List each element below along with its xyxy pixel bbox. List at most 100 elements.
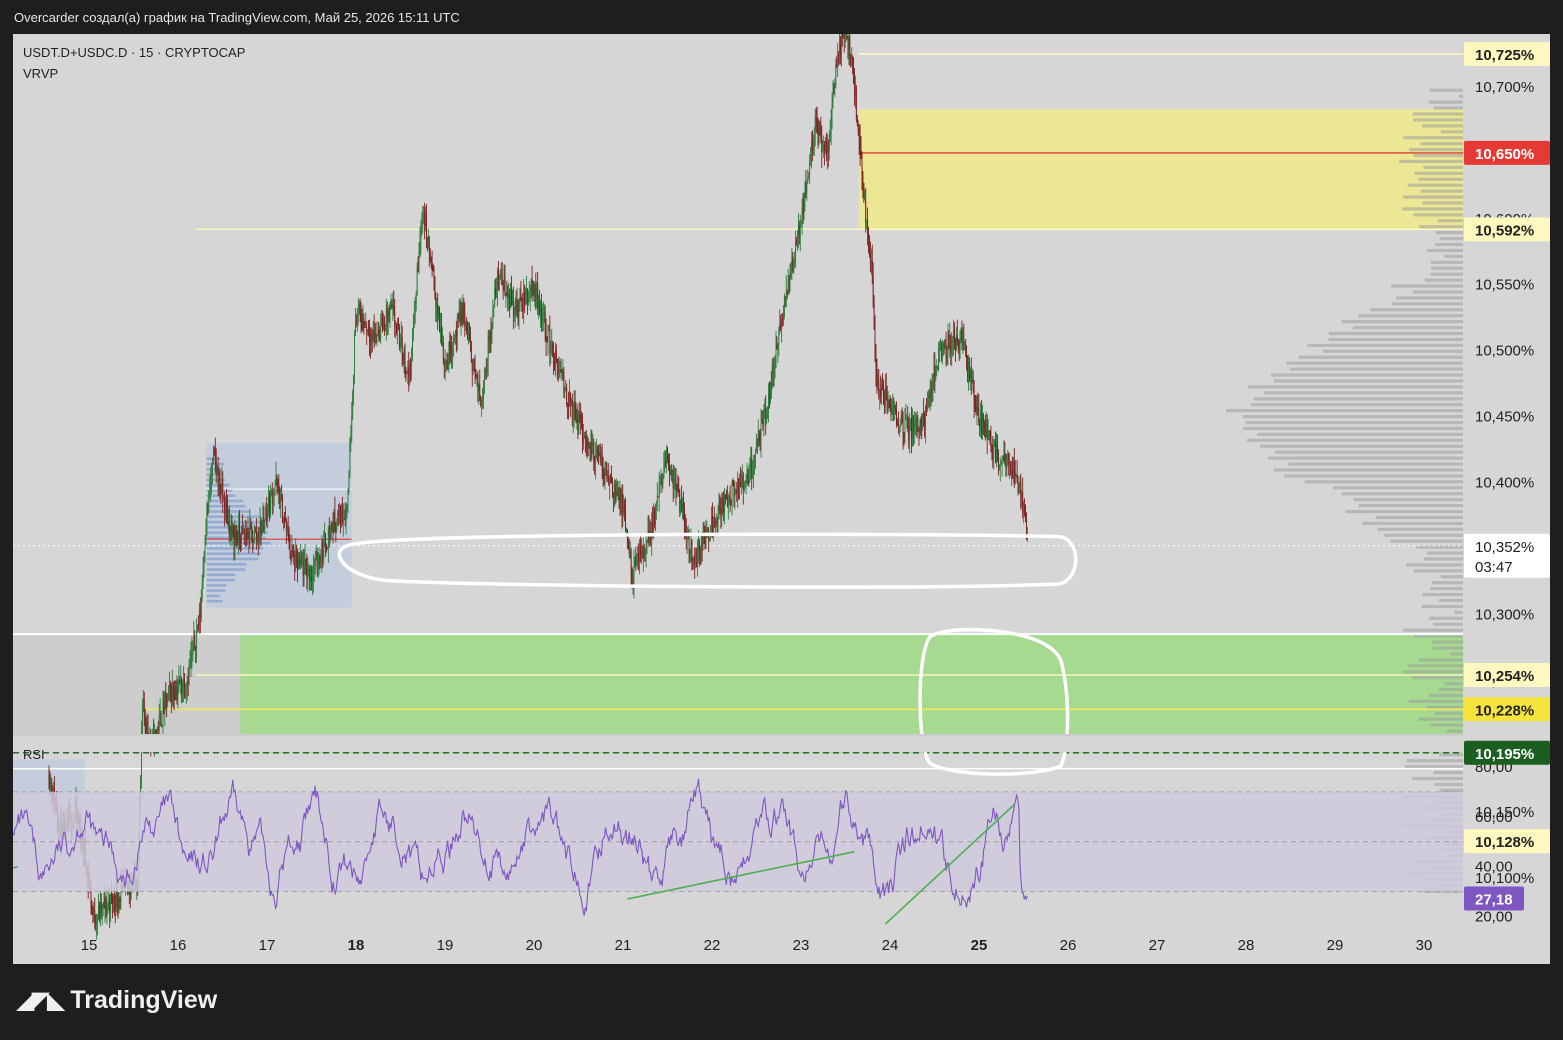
candle-body — [738, 478, 740, 499]
candle-body — [589, 445, 591, 456]
tradingview-logo[interactable]: ◢◤◣ TradingView — [16, 986, 217, 1015]
price-axis-tick: 10,500% — [1475, 343, 1534, 360]
candle-body — [675, 478, 677, 497]
candle-body — [768, 394, 769, 414]
candle-body — [983, 414, 984, 424]
candle-body — [338, 512, 340, 516]
candle-body — [266, 508, 268, 521]
candle-body — [369, 341, 371, 345]
volume-bar — [1424, 278, 1463, 282]
volume-bar-local — [206, 562, 247, 566]
chart-frame[interactable]: 10,700%10,650%10,600%10,550%10,500%10,45… — [13, 34, 1550, 964]
candle-body — [298, 559, 299, 570]
candle-body — [114, 902, 116, 910]
candle-body — [306, 568, 308, 579]
rsi-indicator-label[interactable]: RSI — [23, 747, 45, 762]
candle-body — [820, 128, 822, 140]
vrvp-indicator-label[interactable]: VRVP — [23, 66, 58, 81]
volume-bar — [1422, 201, 1463, 205]
chart-canvas[interactable]: 10,700%10,650%10,600%10,550%10,500%10,45… — [13, 34, 1550, 964]
candle-body — [774, 368, 776, 369]
volume-bar — [1226, 409, 1463, 413]
candle-body — [117, 903, 119, 906]
candle-body — [1025, 509, 1026, 521]
candle-body — [390, 304, 392, 308]
candle-body — [516, 300, 518, 311]
candle-body — [476, 374, 478, 376]
candle-body — [1009, 461, 1011, 465]
candle-body — [896, 410, 897, 424]
candle-body — [417, 268, 419, 272]
candle-body — [781, 318, 783, 331]
candle-body — [997, 443, 998, 454]
candle-body — [395, 325, 397, 327]
candle-body — [794, 253, 796, 264]
candle-body — [155, 730, 157, 734]
candle-body — [654, 504, 656, 526]
candle-body — [895, 405, 897, 411]
candle-body — [430, 258, 432, 262]
candle-body — [457, 315, 459, 319]
candle-body — [108, 901, 110, 906]
candle-body — [699, 552, 701, 560]
candle-body — [930, 392, 932, 395]
volume-bar — [1439, 753, 1463, 757]
candle-body — [674, 478, 676, 480]
candle-body — [421, 220, 423, 226]
candle-body — [625, 509, 626, 530]
candle-body — [985, 421, 987, 438]
candle-body — [697, 551, 698, 567]
candle-body — [101, 904, 103, 913]
volume-bar — [1391, 302, 1463, 306]
candle-body — [554, 349, 556, 366]
candle-body — [740, 480, 741, 488]
candle-body — [472, 367, 474, 372]
volume-bar — [1358, 503, 1463, 508]
candle-body — [398, 328, 400, 348]
candle-body — [247, 532, 249, 539]
candle-body — [444, 363, 446, 368]
candle-body — [427, 236, 429, 242]
candle-body — [209, 490, 211, 492]
candle-body — [388, 310, 390, 316]
candle-body — [389, 307, 391, 316]
volume-bar — [1423, 557, 1463, 561]
volume-bar — [1412, 112, 1463, 116]
candle-body — [779, 323, 781, 329]
candle-body — [171, 685, 173, 703]
candle-body — [786, 290, 788, 295]
candle-body — [326, 545, 327, 549]
price-badge: 10,254% — [1475, 668, 1534, 685]
volume-bar — [1257, 432, 1463, 436]
candle-body — [252, 530, 254, 543]
candle-body — [553, 357, 555, 365]
candle-body — [770, 382, 772, 386]
volume-bar — [1418, 717, 1463, 721]
candle-body — [455, 330, 456, 339]
volume-bar — [1431, 266, 1463, 270]
symbol-title[interactable]: USDT.D+USDC.D · 15 · CRYPTOCAP — [23, 45, 245, 60]
volume-bar — [1328, 331, 1463, 336]
candle-body — [205, 531, 207, 543]
candle-body — [887, 400, 889, 412]
candle-body — [267, 508, 269, 521]
candle-body — [482, 399, 484, 401]
candle-body — [168, 685, 170, 695]
candle-body — [849, 36, 851, 55]
candle-body — [537, 283, 539, 309]
candle-body — [273, 491, 275, 496]
candle-body — [276, 475, 278, 484]
candle-body — [382, 315, 384, 331]
candle-body — [999, 464, 1001, 468]
candle-body — [986, 421, 988, 439]
candle-body — [331, 523, 333, 531]
candle-body — [433, 270, 435, 278]
candle-body — [730, 502, 732, 503]
candle-body — [868, 238, 870, 255]
candle-body — [981, 411, 983, 433]
volume-bar — [1341, 320, 1463, 324]
candle-body — [906, 416, 908, 418]
candle-body — [965, 344, 967, 355]
candle-body — [720, 509, 722, 518]
candle-body — [418, 251, 420, 272]
